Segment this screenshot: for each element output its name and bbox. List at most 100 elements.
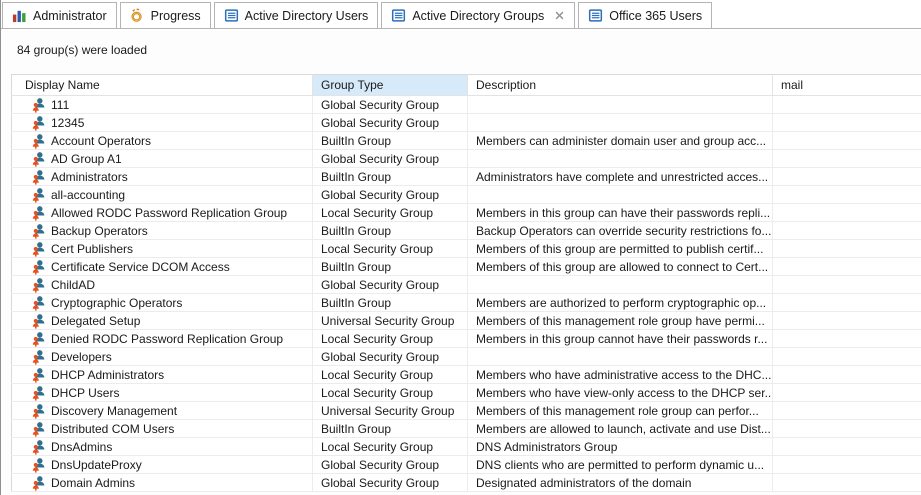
table-row[interactable]: Backup Operators BuiltIn Group Backup Op…: [12, 222, 921, 240]
display-name-cell: 111: [51, 98, 69, 112]
table-row[interactable]: DHCP Users Local Security Group Members …: [12, 384, 921, 402]
group-icon: [31, 241, 46, 257]
description-cell: [468, 186, 773, 204]
table-row[interactable]: ChildAD Global Security Group: [12, 276, 921, 294]
mail-cell: [773, 348, 921, 366]
group-icon: [31, 349, 46, 365]
tab-label: Progress: [151, 9, 201, 23]
group-icon: [31, 331, 46, 347]
display-name-cell: Developers: [51, 350, 112, 364]
mail-cell: [773, 474, 921, 492]
table-row[interactable]: DnsAdmins Local Security Group DNS Admin…: [12, 438, 921, 456]
table-row[interactable]: Administrators BuiltIn Group Administrat…: [12, 168, 921, 186]
table-row[interactable]: 111 Global Security Group: [12, 96, 921, 114]
mail-cell: [773, 114, 921, 132]
content-panel: 84 group(s) were loaded Display Name Gro…: [1, 30, 921, 495]
description-cell: Members in this group cannot have their …: [468, 330, 773, 348]
table-row[interactable]: Developers Global Security Group: [12, 348, 921, 366]
table-header-row: Display Name Group Type Description mail: [12, 75, 921, 96]
tab-bar: Administrator Progress Ac: [1, 0, 921, 29]
group-icon: [31, 277, 46, 293]
group-icon: [31, 367, 46, 383]
tab-office-365-users[interactable]: Office 365 Users: [578, 2, 712, 28]
table-row[interactable]: Account Operators BuiltIn Group Members …: [12, 132, 921, 150]
display-name-cell: Delegated Setup: [51, 314, 140, 328]
group-icon: [31, 97, 46, 113]
mail-cell: [773, 294, 921, 312]
description-cell: Members of this management role group ca…: [468, 402, 773, 420]
display-name-cell: 12345: [51, 116, 84, 130]
table-row[interactable]: DnsUpdateProxy Global Security Group DNS…: [12, 456, 921, 474]
group-type-cell: Global Security Group: [313, 456, 468, 474]
column-header-description[interactable]: Description: [468, 75, 773, 96]
group-type-cell: Global Security Group: [313, 114, 468, 132]
tab-administrator[interactable]: Administrator: [2, 2, 117, 28]
description-cell: Members who have administrative access t…: [468, 366, 773, 384]
mail-cell: [773, 240, 921, 258]
group-type-cell: Local Security Group: [313, 366, 468, 384]
mail-cell: [773, 312, 921, 330]
table-body: 111 Global Security Group 12345: [12, 96, 921, 492]
mail-cell: [773, 438, 921, 456]
tab-label: Active Directory Groups: [412, 9, 544, 23]
group-icon: [31, 313, 46, 329]
group-type-cell: Universal Security Group: [313, 402, 468, 420]
list-icon: [224, 8, 239, 23]
mail-cell: [773, 384, 921, 402]
description-cell: Members of this group are permitted to p…: [468, 240, 773, 258]
table-row[interactable]: AD Group A1 Global Security Group: [12, 150, 921, 168]
group-icon: [31, 205, 46, 221]
group-icon: [31, 115, 46, 131]
group-type-cell: Global Security Group: [313, 186, 468, 204]
progress-icon: [130, 8, 145, 23]
column-header-mail[interactable]: mail: [773, 75, 921, 96]
display-name-cell: Discovery Management: [51, 404, 177, 418]
tab-progress[interactable]: Progress: [120, 2, 211, 28]
group-type-cell: BuiltIn Group: [313, 420, 468, 438]
display-name-cell: Account Operators: [51, 134, 151, 148]
description-cell: Members are authorized to perform crypto…: [468, 294, 773, 312]
tab-active-directory-users[interactable]: Active Directory Users: [214, 2, 379, 28]
display-name-cell: DnsAdmins: [51, 440, 112, 454]
table-row[interactable]: DHCP Administrators Local Security Group…: [12, 366, 921, 384]
table-row[interactable]: Allowed RODC Password Replication Group …: [12, 204, 921, 222]
column-header-group-type[interactable]: Group Type: [313, 75, 468, 96]
tab-active-directory-groups[interactable]: Active Directory Groups: [381, 2, 575, 28]
description-cell: Members of this management role group ha…: [468, 312, 773, 330]
group-type-cell: Global Security Group: [313, 150, 468, 168]
table-row[interactable]: Distributed COM Users BuiltIn Group Memb…: [12, 420, 921, 438]
table-row[interactable]: all-accounting Global Security Group: [12, 186, 921, 204]
table-row[interactable]: Denied RODC Password Replication Group L…: [12, 330, 921, 348]
mail-cell: [773, 402, 921, 420]
group-type-cell: Local Security Group: [313, 438, 468, 456]
table-row[interactable]: Cert Publishers Local Security Group Mem…: [12, 240, 921, 258]
column-header-display-name[interactable]: Display Name: [12, 75, 313, 96]
group-type-cell: Local Security Group: [313, 240, 468, 258]
close-icon[interactable]: [554, 10, 565, 21]
description-cell: Backup Operators can override security r…: [468, 222, 773, 240]
description-cell: Designated administrators of the domain: [468, 474, 773, 492]
table-row[interactable]: Domain Admins Global Security Group Desi…: [12, 474, 921, 492]
group-type-cell: BuiltIn Group: [313, 168, 468, 186]
display-name-cell: Denied RODC Password Replication Group: [51, 332, 283, 346]
group-type-cell: Universal Security Group: [313, 312, 468, 330]
group-icon: [31, 133, 46, 149]
table-row[interactable]: 12345 Global Security Group: [12, 114, 921, 132]
mail-cell: [773, 456, 921, 474]
description-cell: [468, 348, 773, 366]
table-row[interactable]: Certificate Service DCOM Access BuiltIn …: [12, 258, 921, 276]
table-row[interactable]: Cryptographic Operators BuiltIn Group Me…: [12, 294, 921, 312]
group-type-cell: Global Security Group: [313, 276, 468, 294]
group-icon: [31, 223, 46, 239]
description-cell: Members are allowed to launch, activate …: [468, 420, 773, 438]
group-icon: [31, 475, 46, 491]
group-icon: [31, 295, 46, 311]
bar-chart-icon: [12, 8, 27, 23]
table-row[interactable]: Delegated Setup Universal Security Group…: [12, 312, 921, 330]
app-window: Administrator Progress Ac: [0, 0, 921, 495]
mail-cell: [773, 204, 921, 222]
display-name-cell: Cert Publishers: [51, 242, 133, 256]
group-icon: [31, 403, 46, 419]
mail-cell: [773, 420, 921, 438]
table-row[interactable]: Discovery Management Universal Security …: [12, 402, 921, 420]
